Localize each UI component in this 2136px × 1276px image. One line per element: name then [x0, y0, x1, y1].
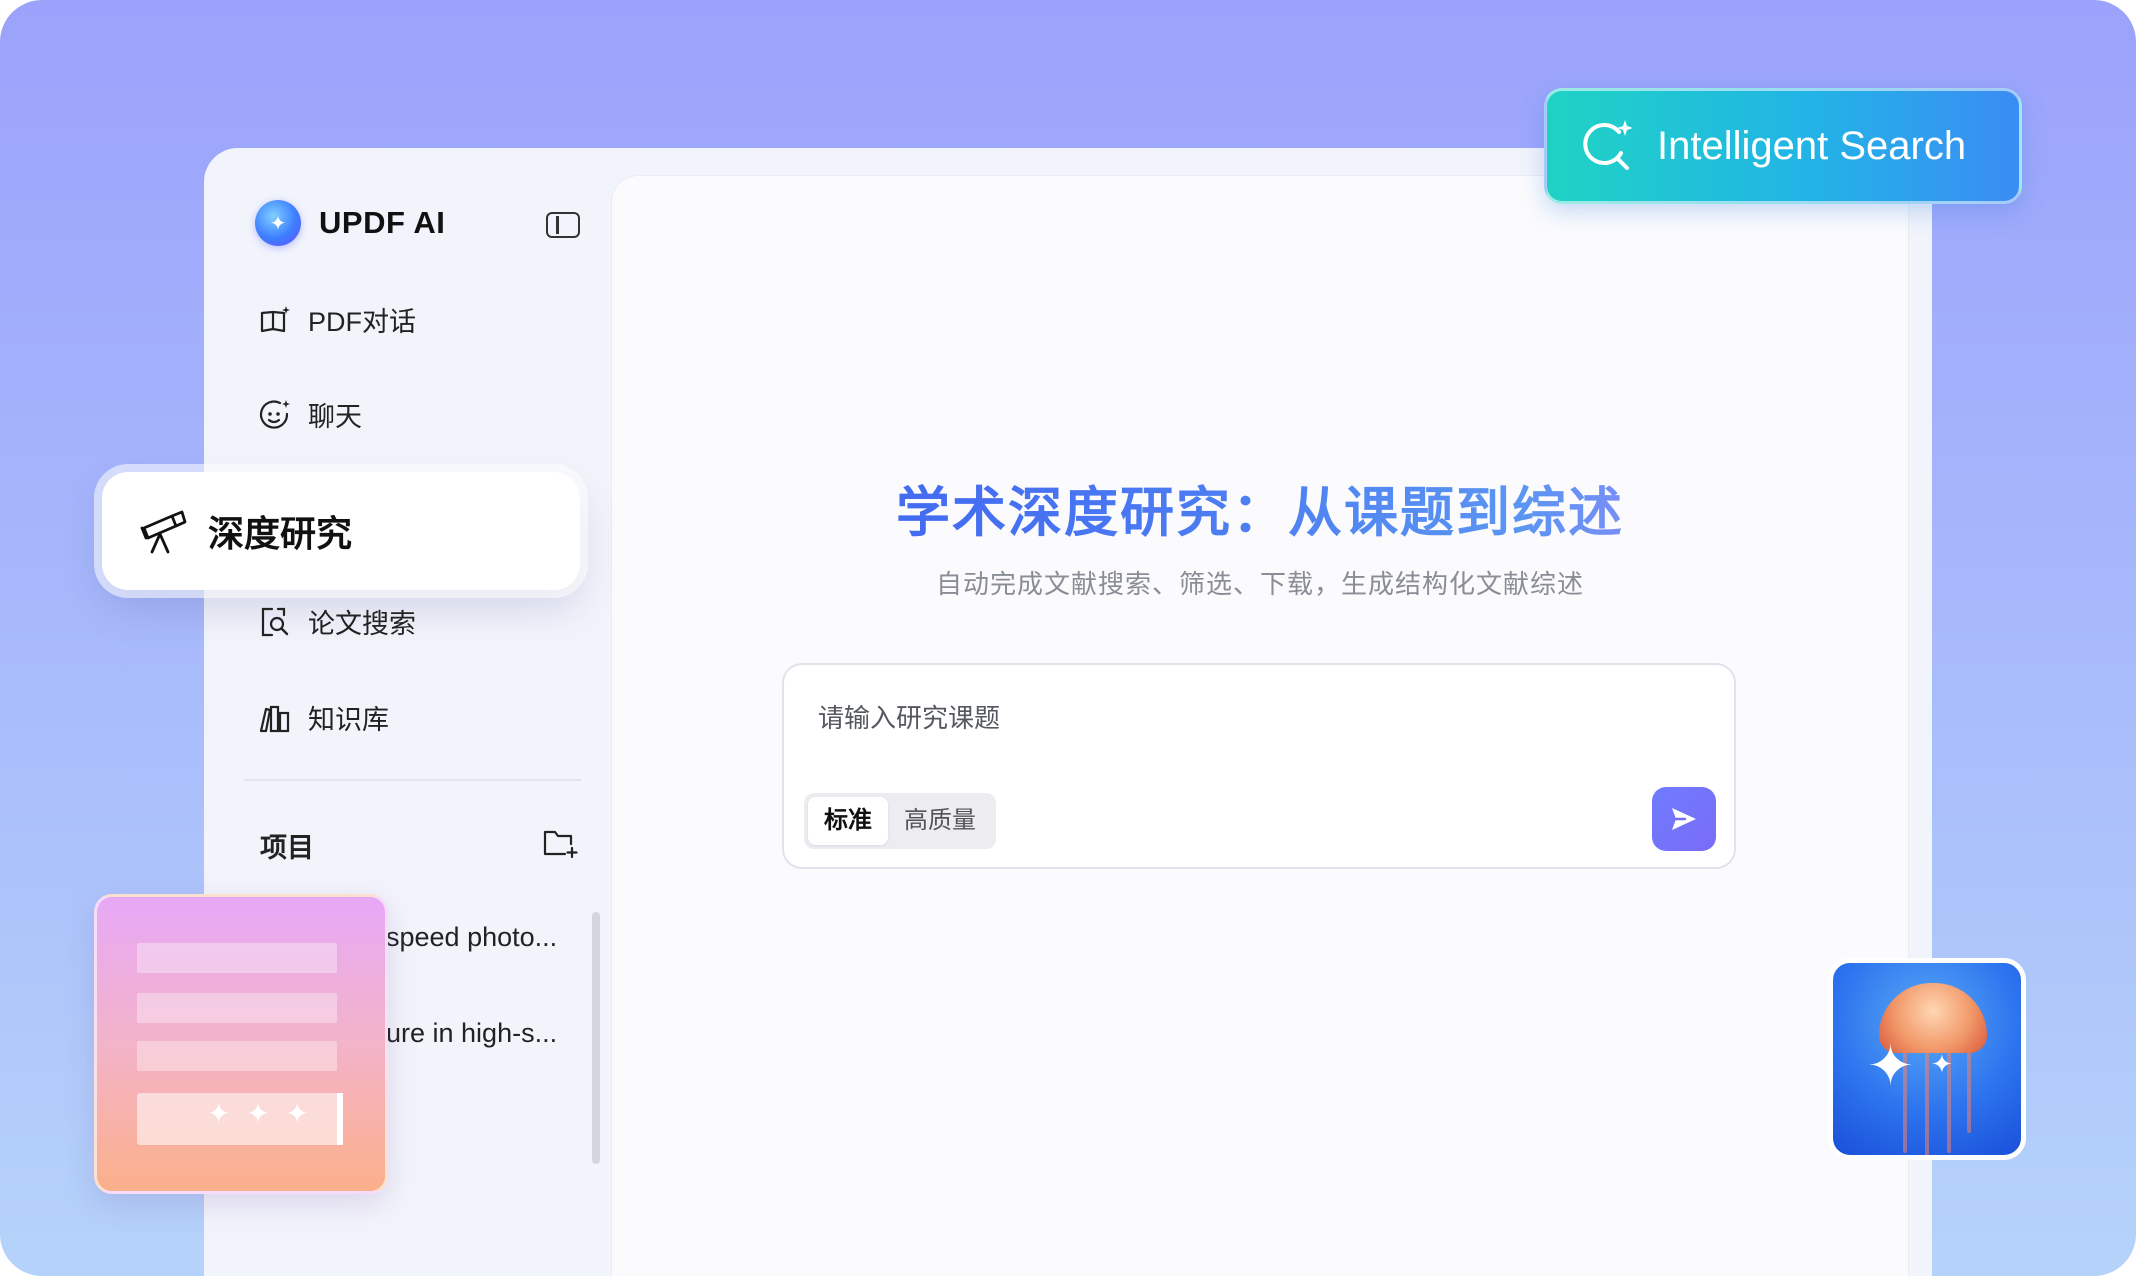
books-icon: [259, 705, 290, 732]
sidebar-item-deep-research[interactable]: 深度研究: [102, 472, 580, 590]
project-item[interactable]: ure in high-s...: [386, 1018, 557, 1049]
search-sparkle-icon: [1583, 120, 1633, 170]
input-placeholder: 请输入研究课题: [818, 703, 1001, 733]
research-topic-input[interactable]: 请输入研究课题 标准 高质量: [782, 663, 1736, 869]
intelligent-search-badge: Intelligent Search: [1544, 88, 2022, 204]
quality-mode-toggle[interactable]: 标准 高质量: [804, 793, 996, 849]
sidebar-item-chat[interactable]: 聊天: [258, 395, 362, 434]
sidebar-item-paper-search[interactable]: 论文搜索: [258, 602, 416, 641]
chat-face-icon: [259, 399, 290, 429]
doc-line: [137, 943, 337, 973]
sidebar-item-pdf-chat[interactable]: PDF对话: [258, 300, 416, 339]
app-screen: ✦ UPDF AI PDF对话 聊天 深度研究 论文搜索 知识库 项目 spee…: [0, 0, 2136, 1276]
sidebar-item-label: 论文搜索: [308, 609, 416, 639]
book-sparkle-icon: [260, 305, 290, 332]
sparkles-icon: ✦ ✦ ✦: [207, 1098, 313, 1129]
project-item[interactable]: speed photo...: [386, 922, 557, 953]
updf-logo-icon: ✦: [255, 200, 301, 246]
page-title: 学术深度研究：从课题到综述: [612, 468, 1908, 547]
badge-label: Intelligent Search: [1657, 123, 1967, 168]
doc-search-icon: [261, 607, 289, 636]
new-folder-icon[interactable]: [543, 828, 579, 858]
sidebar-item-label: 知识库: [308, 705, 389, 735]
doc-line: [137, 993, 337, 1023]
app-name: UPDF AI: [319, 205, 446, 240]
sparkle-icon: ✦: [1867, 1034, 1914, 1097]
brand: ✦ UPDF AI: [255, 200, 445, 246]
sparkle-icon: ✦: [1931, 1049, 1953, 1079]
telescope-icon: [140, 510, 187, 554]
sidebar-item-label: PDF对话: [308, 307, 416, 337]
jellyfish-image: ✦ ✦: [1828, 958, 2026, 1160]
sidebar-divider: [244, 779, 581, 781]
sidebar-item-label: 聊天: [308, 402, 362, 432]
sidebar-scrollbar[interactable]: [592, 912, 600, 1164]
mode-standard-option[interactable]: 标准: [808, 797, 888, 845]
send-button[interactable]: [1652, 787, 1716, 851]
send-icon: [1672, 808, 1696, 830]
sidebar-item-knowledge-base[interactable]: 知识库: [258, 698, 389, 737]
document-illustration: ✦ ✦ ✦: [94, 894, 388, 1194]
doc-line: [137, 1041, 337, 1071]
projects-heading: 项目: [260, 833, 314, 863]
sidebar-item-label: 深度研究: [208, 513, 353, 554]
page-subtitle: 自动完成文献搜索、筛选、下载，生成结构化文献综述: [935, 569, 1584, 599]
mode-high-quality-option[interactable]: 高质量: [888, 797, 992, 845]
sidebar-toggle-icon[interactable]: [546, 212, 580, 238]
